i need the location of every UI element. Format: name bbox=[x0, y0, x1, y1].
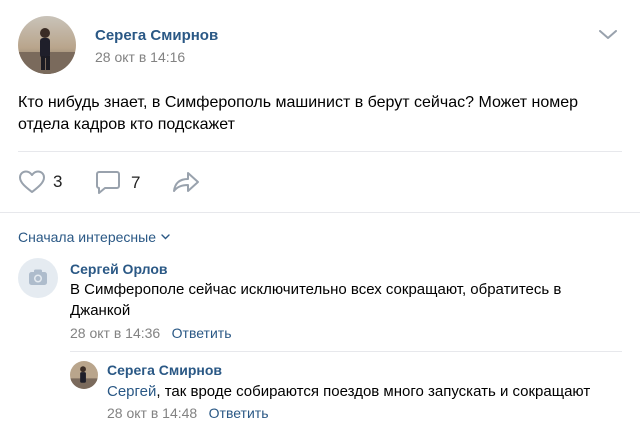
reply-mention[interactable]: Сергей bbox=[107, 383, 156, 400]
comment-button[interactable]: 7 bbox=[95, 170, 140, 196]
reply-author-name[interactable]: Серега Смирнов bbox=[107, 362, 222, 378]
chevron-down-icon[interactable] bbox=[599, 30, 617, 40]
share-button[interactable] bbox=[172, 171, 200, 193]
section-divider bbox=[0, 212, 640, 213]
chevron-down-icon bbox=[161, 234, 170, 240]
reply-author-avatar[interactable] bbox=[70, 361, 98, 389]
share-arrow-icon bbox=[172, 171, 200, 193]
reply-text: Сергей, так вроде собираются поездов мно… bbox=[107, 381, 622, 402]
comment-date[interactable]: 28 окт в 14:36 bbox=[70, 325, 160, 341]
reply-body: , так вроде собираются поездов много зап… bbox=[156, 383, 591, 400]
camera-icon bbox=[29, 269, 47, 285]
heart-icon bbox=[18, 170, 46, 194]
reply-meta: 28 окт в 14:48 Ответить bbox=[107, 405, 269, 423]
comment-meta: 28 окт в 14:36 Ответить bbox=[70, 325, 232, 343]
comment-author-avatar[interactable] bbox=[18, 258, 58, 298]
post-author-name[interactable]: Серега Смирнов bbox=[95, 27, 218, 44]
post-divider bbox=[18, 151, 622, 152]
person-photo-icon bbox=[18, 16, 76, 74]
like-count: 3 bbox=[53, 172, 63, 191]
reply-divider bbox=[70, 351, 622, 352]
reply-date[interactable]: 28 окт в 14:48 bbox=[107, 405, 197, 421]
comment-text: В Симферополе сейчас исключительно всех … bbox=[70, 281, 562, 319]
post-date[interactable]: 28 окт в 14:16 bbox=[95, 49, 185, 65]
like-button[interactable]: 3 bbox=[18, 170, 62, 194]
reply-button[interactable]: Ответить bbox=[172, 325, 232, 341]
post-author-avatar[interactable] bbox=[18, 16, 76, 74]
comments-sort-label: Сначала интересные bbox=[18, 229, 156, 245]
comment-bubble-icon bbox=[95, 170, 121, 196]
reply-button[interactable]: Ответить bbox=[209, 405, 269, 421]
post-text: Кто нибудь знает, в Симферополь машинист… bbox=[18, 94, 579, 133]
comment-count: 7 bbox=[131, 173, 141, 192]
person-photo-icon bbox=[70, 361, 98, 389]
comment-author-name[interactable]: Сергей Орлов bbox=[70, 261, 168, 277]
comments-sort-toggle[interactable]: Сначала интересные bbox=[18, 229, 170, 245]
